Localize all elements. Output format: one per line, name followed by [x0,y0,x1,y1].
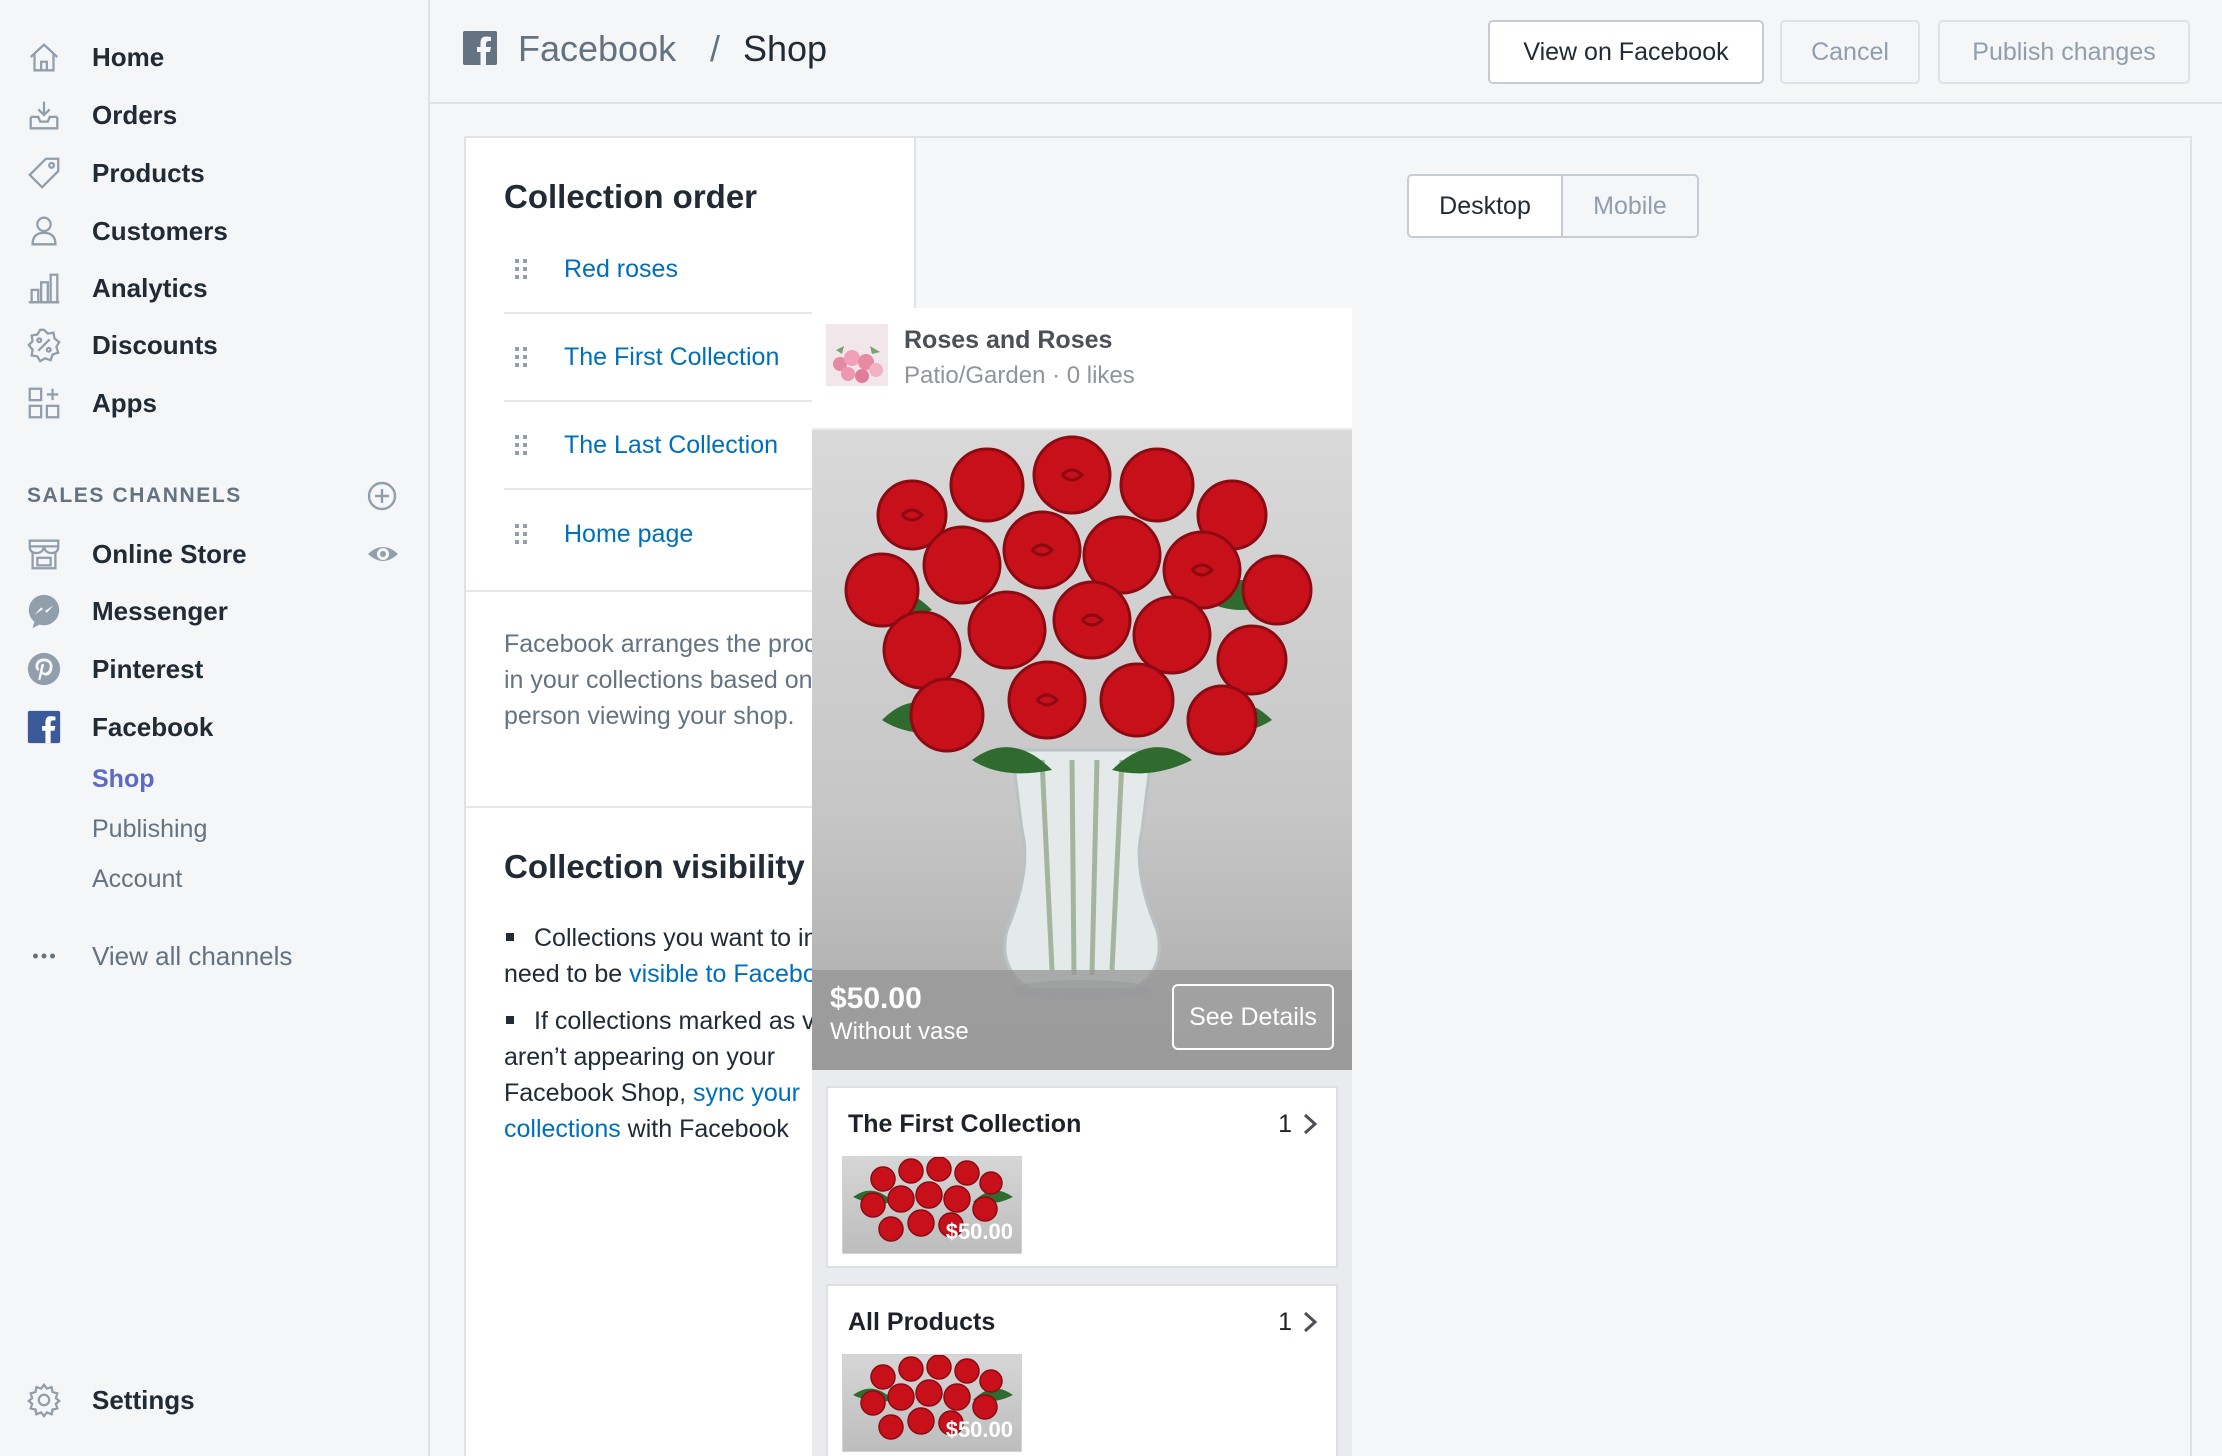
view-all-label: View all channels [92,940,293,971]
collection-title: The First Collection [848,1110,1082,1138]
home-icon [24,37,64,77]
channel-label: Pinterest [92,653,204,684]
page-name[interactable]: Roses and Roses [904,326,1112,355]
collection-card[interactable]: All Products 1 $50.00 [826,1284,1338,1456]
collection-link[interactable]: Home page [564,520,693,549]
collection-order-title: Collection order [504,178,758,215]
person-icon [24,211,64,251]
facebook-shop-preview: Roses and Roses Patio/Garden · 0 likes $… [812,308,1352,1456]
collection-count: 1 [1278,1308,1292,1336]
featured-product-image[interactable]: $50.00 Without vase See Details [812,430,1352,1070]
nav-label: Customers [92,215,228,246]
tag-icon [24,153,64,193]
product-thumbnail[interactable]: $50.00 [842,1156,1022,1254]
bullet-marker [506,1015,514,1024]
add-channel-icon[interactable] [366,480,398,512]
nav-label: Orders [92,99,178,130]
discount-icon [24,325,64,365]
breadcrumb-separator: / [710,28,721,69]
publish-changes-button[interactable]: Publish changes [1938,20,2190,84]
nav-apps[interactable]: Apps [0,375,430,431]
collection-visibility-title: Collection visibility [504,848,805,885]
view-on-facebook-button[interactable]: View on Facebook [1488,20,1764,84]
drag-handle-icon[interactable] [514,434,528,456]
breadcrumb-parent[interactable]: Facebook [518,28,676,70]
messenger-icon [24,591,64,631]
channel-online-store[interactable]: Online Store [0,526,430,582]
facebook-icon [24,707,64,747]
top-bar: Facebook / Shop View on Facebook Cancel … [430,0,2222,104]
facebook-icon [463,31,497,65]
nav-orders[interactable]: Orders [0,87,430,143]
collection-link[interactable]: Red roses [564,255,678,284]
bullet-marker [506,932,514,941]
product-thumbnail[interactable]: $50.00 [842,1354,1022,1452]
nav-customers[interactable]: Customers [0,203,430,259]
thumbnail-price: $50.00 [945,1417,1013,1442]
nav-settings[interactable]: Settings [0,1372,430,1428]
nav-label: Settings [92,1384,195,1415]
drag-handle-icon[interactable] [514,258,528,280]
channel-facebook[interactable]: Facebook [0,699,430,755]
collection-title: All Products [848,1308,996,1336]
orders-icon [24,95,64,135]
apps-icon [24,383,64,423]
collection-link[interactable]: The Last Collection [564,431,778,460]
page-title: Shop [743,28,828,69]
more-icon [24,936,64,976]
see-details-button[interactable]: See Details [1172,984,1334,1050]
nav-label: Analytics [92,272,208,303]
thumbnail-price: $50.00 [945,1219,1013,1244]
price-bar: $50.00 Without vase See Details [812,970,1352,1070]
sales-channels-heading: SALES CHANNELS [27,484,242,507]
bar-chart-icon [24,268,64,308]
channel-messenger[interactable]: Messenger [0,583,430,639]
chevron-right-icon[interactable] [1300,1310,1320,1334]
mobile-toggle-button[interactable]: Mobile [1563,174,1699,238]
collection-order-row[interactable]: Red roses [504,226,880,314]
facebook-sub-shop[interactable]: Shop [92,765,155,794]
nav-products[interactable]: Products [0,145,430,201]
store-icon [24,534,64,574]
eye-icon[interactable] [366,537,400,571]
nav-discounts[interactable]: Discounts [0,317,430,373]
drag-handle-icon[interactable] [514,523,528,545]
page-avatar [826,324,888,386]
page-header: Roses and Roses Patio/Garden · 0 likes [812,308,1352,428]
channel-label: Online Store [92,538,247,569]
device-toggle: Desktop Mobile [1407,174,1699,238]
bullet-text: with Facebook [620,1115,789,1143]
collection-link[interactable]: The First Collection [564,343,779,372]
nav-analytics[interactable]: Analytics [0,260,430,316]
page-meta: Patio/Garden · 0 likes [904,362,1135,389]
gear-icon [24,1380,64,1420]
nav-home[interactable]: Home [0,29,430,85]
nav-label: Apps [92,387,157,418]
facebook-sub-account[interactable]: Account [92,865,182,894]
collection-card[interactable]: The First Collection 1 $50.00 [826,1086,1338,1268]
nav-label: Home [92,41,165,72]
channel-label: Messenger [92,595,228,626]
sidebar: Home Orders Products Customers Analytics… [0,0,430,1456]
collection-count: 1 [1278,1110,1292,1138]
facebook-sub-publishing[interactable]: Publishing [92,815,207,844]
nav-label: Discounts [92,329,218,360]
nav-label: Products [92,157,205,188]
channel-pinterest[interactable]: Pinterest [0,641,430,697]
cancel-button[interactable]: Cancel [1780,20,1920,84]
drag-handle-icon[interactable] [514,346,528,368]
view-all-channels[interactable]: View all channels [0,928,430,984]
desktop-toggle-button[interactable]: Desktop [1407,174,1563,238]
product-subtitle: Without vase [830,1018,969,1045]
channel-label: Facebook [92,711,214,742]
pinterest-icon [24,649,64,689]
chevron-right-icon[interactable] [1300,1112,1320,1136]
product-price: $50.00 [830,982,922,1015]
